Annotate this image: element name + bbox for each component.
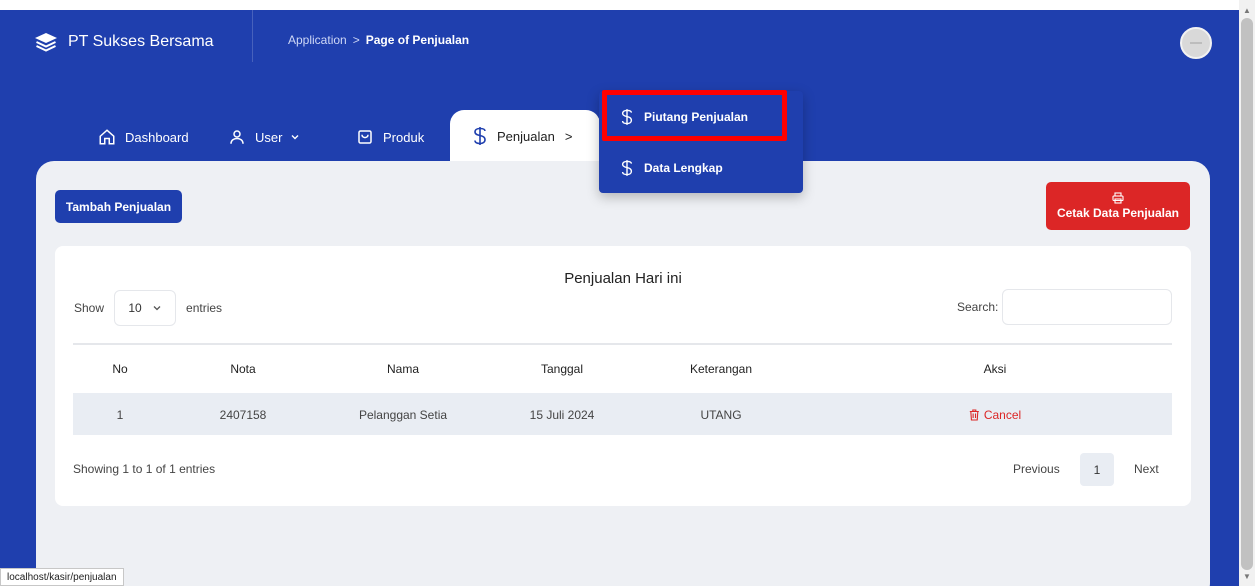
pagination-next[interactable]: Next [1134,462,1159,476]
brand-name: PT Sukses Bersama [68,33,214,50]
layers-icon [35,33,57,52]
cell-keterangan: UTANG [700,408,742,422]
nav-label-produk: Produk [383,129,425,145]
table-header-divider [73,343,1172,345]
scroll-up-arrow-icon[interactable]: ▲ [1243,6,1251,15]
cetak-label: Cetak Data Penjualan [1056,206,1180,220]
search-input[interactable] [1002,289,1172,325]
dropdown-label-data-lengkap: Data Lengkap [644,161,723,175]
entries-control: Show 10 entries [74,290,222,326]
pagination-previous[interactable]: Previous [1013,462,1060,476]
shopping-bag-icon [358,130,372,144]
cell-nota: 2407158 [219,408,267,422]
nav-item-dashboard[interactable]: Dashboard [98,116,189,158]
printer-icon [1112,192,1124,204]
dollar-icon [621,160,633,176]
chevron-down-icon [291,135,299,140]
avatar[interactable] [1180,27,1212,59]
search-label: Search: [957,300,999,314]
cell-nama: Pelanggan Setia [358,408,448,422]
nav-label-penjualan: Penjualan [497,128,555,144]
breadcrumb-root[interactable]: Application [288,33,347,47]
trash-icon [969,409,979,421]
cell-no: 1 [116,408,124,422]
column-header-keterangan[interactable]: Keterangan [690,362,752,376]
nav-item-penjualan[interactable]: Penjualan > [450,110,600,162]
tambah-penjualan-button[interactable]: Tambah Penjualan [55,190,182,223]
cell-tanggal: 15 Juli 2024 [529,408,595,422]
breadcrumb: Application > Page of Penjualan [288,33,469,47]
column-header-nama[interactable]: Nama [387,362,419,376]
breadcrumb-current: Page of Penjualan [365,33,470,47]
table-title: Penjualan Hari ini [564,270,682,287]
column-header-nota[interactable]: Nota [230,362,255,376]
dropdown-item-data-lengkap[interactable]: Data Lengkap [620,157,723,179]
scrollbar-thumb[interactable] [1241,18,1253,570]
brand[interactable]: PT Sukses Bersama [34,29,214,55]
entries-label: entries [186,301,223,315]
header-divider [252,10,253,62]
dollar-icon [474,127,486,145]
column-header-tanggal[interactable]: Tanggal [541,362,583,376]
status-bar-url: localhost/kasir/penjualan [0,568,124,586]
nav-item-produk[interactable]: Produk [356,116,424,158]
vertical-scrollbar[interactable]: ▲ ▼ [1239,0,1255,586]
app-window: PT Sukses Bersama Application > Page of … [0,0,1239,586]
entries-select[interactable]: 10 [114,290,177,326]
cancel-button[interactable]: Cancel [969,408,1021,422]
scroll-down-arrow-icon[interactable]: ▼ [1243,572,1251,581]
home-icon [99,129,115,145]
chevron-down-icon [153,306,161,311]
highlight-box [602,90,787,141]
nav-item-user[interactable]: User [228,116,309,158]
user-icon [230,130,244,144]
nav-label-user: User [255,129,283,145]
breadcrumb-separator: > [352,33,360,47]
show-label: Show [74,301,105,315]
nav-label-dashboard: Dashboard [125,129,189,145]
column-header-aksi[interactable]: Aksi [984,362,1007,376]
column-header-no[interactable]: No [112,362,127,376]
chevron-right-icon: > [564,128,573,144]
cancel-label: Cancel [983,408,1022,422]
showing-info: Showing 1 to 1 of 1 entries [73,462,216,476]
pagination-page-1[interactable]: 1 [1080,453,1114,486]
cetak-data-penjualan-button[interactable]: Cetak Data Penjualan [1046,182,1190,230]
entries-value: 10 [128,301,142,315]
